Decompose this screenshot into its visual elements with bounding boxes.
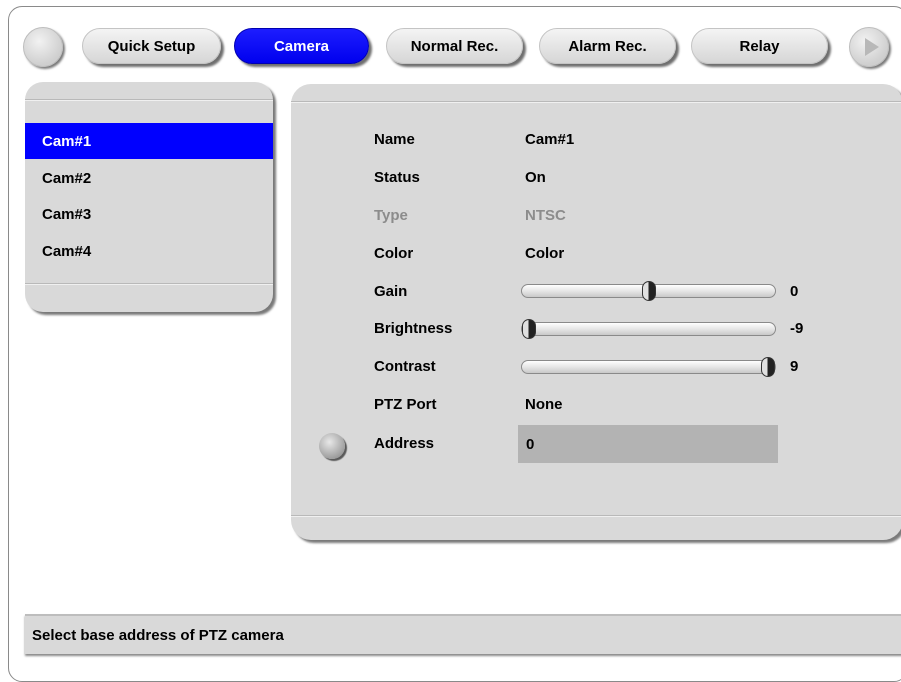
color-label: Color xyxy=(374,245,414,262)
camera-list-item-cam4[interactable]: Cam#4 xyxy=(25,233,273,269)
slider-knob[interactable] xyxy=(641,281,656,301)
status-value[interactable]: On xyxy=(525,169,546,186)
nav-left-circle-icon[interactable] xyxy=(23,27,63,67)
contrast-label: Contrast xyxy=(374,358,436,375)
tab-quick-setup[interactable]: Quick Setup xyxy=(82,28,221,64)
gain-label: Gain xyxy=(374,283,408,300)
ptz-port-label: PTZ Port xyxy=(374,396,437,413)
brightness-slider[interactable] xyxy=(521,319,776,339)
divider xyxy=(25,283,273,285)
status-message-bar: Select base address of PTZ camera xyxy=(25,614,901,654)
brightness-label: Brightness xyxy=(374,320,453,337)
camera-settings-panel: Name Cam#1 Status On Type NTSC Color Col… xyxy=(291,84,901,540)
color-value[interactable]: Color xyxy=(525,245,564,262)
ptz-port-value[interactable]: None xyxy=(525,396,563,413)
camera-list-item-cam2[interactable]: Cam#2 xyxy=(25,160,273,196)
contrast-slider[interactable] xyxy=(521,357,776,377)
slider-knob[interactable] xyxy=(761,357,775,377)
slider-knob[interactable] xyxy=(522,319,536,339)
gain-slider[interactable] xyxy=(521,281,776,301)
status-label: Status xyxy=(374,169,420,186)
camera-list-item-cam1[interactable]: Cam#1 xyxy=(25,123,273,159)
tab-alarm-rec[interactable]: Alarm Rec. xyxy=(539,28,676,64)
tab-relay[interactable]: Relay xyxy=(691,28,828,64)
address-label: Address xyxy=(374,435,435,452)
camera-list-panel: Cam#1 Cam#2 Cam#3 Cam#4 xyxy=(25,82,273,312)
camera-list-item-cam3[interactable]: Cam#3 xyxy=(25,196,273,232)
divider xyxy=(291,515,901,517)
gain-value: 0 xyxy=(790,283,799,300)
divider xyxy=(291,101,901,103)
name-value[interactable]: Cam#1 xyxy=(525,131,574,148)
name-label: Name xyxy=(374,131,415,148)
play-arrow-icon xyxy=(865,38,879,56)
address-field[interactable]: 0 xyxy=(518,425,778,463)
divider xyxy=(25,99,273,101)
nav-next-arrow-icon[interactable] xyxy=(849,27,889,67)
contrast-value: 9 xyxy=(790,358,799,375)
tab-normal-rec[interactable]: Normal Rec. xyxy=(386,28,523,64)
tab-camera[interactable]: Camera xyxy=(234,28,369,64)
brightness-value: -9 xyxy=(790,320,804,337)
circle-bullet-icon xyxy=(319,433,345,459)
type-label: Type xyxy=(374,207,408,224)
type-value: NTSC xyxy=(525,207,566,224)
